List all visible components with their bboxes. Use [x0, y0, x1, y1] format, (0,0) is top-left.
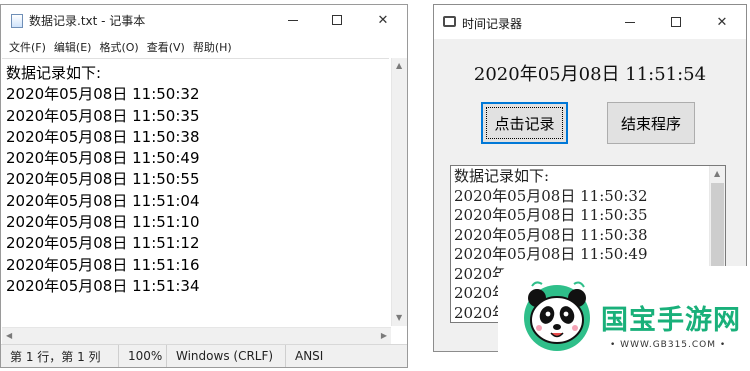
list-item: 2020年05月08日 11:50:49: [454, 245, 648, 263]
maximize-icon: [671, 17, 681, 27]
record-button-label: 点击记录: [494, 114, 555, 133]
recorder-title: 时间记录器: [462, 17, 523, 31]
text-line: 2020年05月08日 11:50:38: [6, 127, 200, 146]
list-item: 2020年05月08日 11:50:32: [454, 186, 648, 205]
close-icon: ✕: [377, 12, 389, 28]
status-encoding: ANSI: [295, 349, 324, 363]
maximize-button[interactable]: [653, 9, 699, 35]
text-line: 2020年05月08日 11:51:10: [6, 213, 200, 232]
maximize-button[interactable]: [314, 7, 360, 33]
text-line: 数据记录如下:: [6, 64, 102, 82]
text-line: 2020年05月08日 11:51:34: [6, 276, 200, 295]
scroll-up-icon[interactable]: ▲: [396, 62, 402, 70]
notepad-icon: [11, 14, 23, 28]
list-item: 2020年05月08日 11:50:35: [454, 206, 648, 224]
scroll-down-icon[interactable]: ▼: [396, 314, 402, 322]
notepad-window: 数据记录.txt - 记事本 ✕ 文件(F) 编辑(E) 格式(O) 查看(V)…: [0, 4, 408, 368]
menu-view[interactable]: 查看(V): [147, 39, 185, 57]
menu-file[interactable]: 文件(F): [9, 39, 46, 57]
status-position: 第 1 行，第 1 列: [1, 345, 119, 367]
recorder-title-bar[interactable]: 时间记录器 ✕: [434, 5, 746, 39]
clock-display: 2020年05月08日 11:51:54: [473, 64, 707, 85]
text-line: 2020年05月08日 11:50:49: [6, 149, 200, 168]
list-item: 数据记录如下:: [454, 167, 550, 185]
exit-button[interactable]: 结束程序: [607, 102, 695, 144]
scroll-right-icon[interactable]: ▶: [381, 332, 387, 340]
text-line: 2020年05月08日 11:51:12: [6, 234, 200, 253]
close-button[interactable]: ✕: [360, 7, 406, 33]
status-zoom: 100%: [119, 345, 167, 367]
notepad-title: 数据记录.txt - 记事本: [29, 14, 146, 28]
menu-format[interactable]: 格式(O): [99, 39, 138, 57]
text-line: 2020年05月08日 11:51:04: [6, 191, 200, 210]
record-button[interactable]: 点击记录: [481, 102, 568, 144]
menu-bar: 文件(F) 编辑(E) 格式(O) 查看(V) 帮助(H): [1, 39, 232, 57]
minimize-button[interactable]: [607, 9, 653, 35]
scroll-thumb[interactable]: [711, 183, 724, 267]
maximize-icon: [332, 15, 342, 25]
close-button[interactable]: ✕: [699, 9, 745, 35]
panda-logo-icon: [524, 281, 590, 351]
text-line: 2020年05月08日 11:50:32: [6, 85, 200, 104]
text-line: 2020年05月08日 11:51:16: [6, 255, 200, 274]
minimize-button[interactable]: [270, 7, 316, 33]
text-line: 2020年05月08日 11:50:55: [6, 170, 200, 189]
list-item: 2020年05月08日 11:50:38: [454, 225, 648, 244]
app-icon: [443, 16, 456, 27]
exit-button-label: 结束程序: [620, 114, 681, 133]
horizontal-scrollbar[interactable]: ◀ ▶: [2, 327, 391, 344]
menu-edit[interactable]: 编辑(E): [54, 39, 92, 57]
scroll-up-icon[interactable]: ▲: [714, 170, 720, 178]
text-line: 2020年05月08日 11:50:35: [6, 106, 200, 125]
watermark-brand: 国宝手游网: [601, 305, 741, 336]
status-line-ending: Windows (CRLF): [167, 345, 286, 367]
menu-help[interactable]: 帮助(H): [193, 39, 232, 57]
watermark-url: • WWW.GB315.COM •: [610, 340, 727, 350]
notepad-title-bar[interactable]: 数据记录.txt - 记事本 ✕: [1, 5, 407, 35]
minimize-icon: [625, 21, 635, 23]
close-icon: ✕: [716, 14, 728, 30]
vertical-scrollbar[interactable]: ▲ ▼: [391, 58, 407, 326]
text-editor[interactable]: 数据记录如下: 2020年05月08日 11:50:32 2020年05月08日…: [2, 58, 389, 326]
scroll-left-icon[interactable]: ◀: [6, 332, 12, 340]
status-bar: 第 1 行，第 1 列 100% Windows (CRLF) ANSI: [1, 344, 407, 367]
minimize-icon: [288, 19, 298, 21]
watermark: 国宝手游网 • WWW.GB315.COM •: [498, 266, 750, 371]
